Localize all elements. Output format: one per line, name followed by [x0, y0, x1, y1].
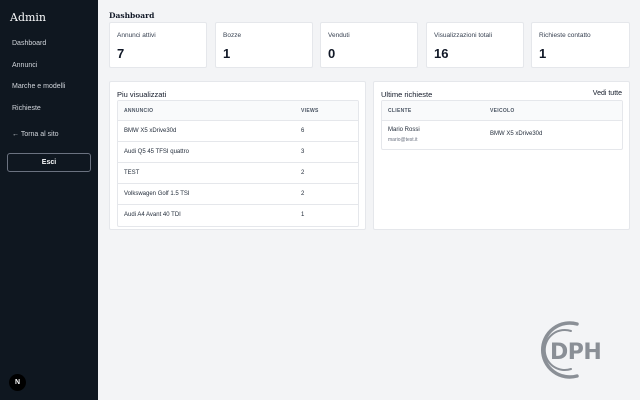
sidebar: Admin Dashboard Annunci Marche e modelli…	[0, 0, 98, 400]
most-viewed-panel: Piu visualizzati Annuncio Views BMW X5 x…	[109, 81, 366, 230]
back-to-site-link[interactable]: ← Torna al sito	[12, 131, 59, 138]
stat-label: Bozze	[223, 32, 242, 39]
stat-label: Richieste contatto	[539, 32, 591, 39]
stat-label: Annunci attivi	[117, 32, 156, 39]
cell-client-email: mario@test.it	[388, 137, 418, 143]
cell-vehicle: BMW X5 xDrive30d	[490, 131, 543, 137]
stat-label: Venduti	[328, 32, 350, 39]
cell-annuncio: Audi A4 Avant 40 TDI	[124, 212, 181, 218]
stat-card-richieste: Richieste contatto 1	[531, 22, 630, 68]
column-header-veicolo: Veicolo	[490, 108, 515, 114]
stat-value: 1	[539, 46, 547, 61]
stat-card-venduti: Venduti 0	[320, 22, 418, 68]
stat-value: 16	[434, 46, 449, 61]
table-row[interactable]: Mario Rossi mario@test.it BMW X5 xDrive3…	[382, 121, 622, 149]
framework-badge[interactable]: N	[9, 374, 26, 391]
panel-title: Ultime richieste	[381, 90, 433, 99]
cell-client-name: Mario Rossi	[388, 127, 420, 133]
logo-text: DPH	[550, 340, 601, 365]
latest-requests-panel: Ultime richieste Vedi tutte Cliente Veic…	[373, 81, 630, 230]
logout-button[interactable]: Esci	[7, 153, 91, 172]
most-viewed-table: Annuncio Views BMW X5 xDrive30d 6 Audi Q…	[117, 100, 359, 227]
table-row[interactable]: Audi A4 Avant 40 TDI 1	[118, 205, 358, 226]
stat-value: 0	[328, 46, 336, 61]
column-header-annuncio: Annuncio	[124, 108, 154, 114]
cell-views: 2	[301, 191, 305, 197]
cell-views: 3	[301, 149, 305, 155]
panel-title: Piu visualizzati	[117, 90, 167, 99]
cell-annuncio: Volkswagen Golf 1.5 TSI	[124, 191, 190, 197]
cell-views: 6	[301, 128, 305, 134]
sidebar-item-annunci[interactable]: Annunci	[12, 62, 37, 69]
table-row[interactable]: BMW X5 xDrive30d 6	[118, 121, 358, 142]
cell-views: 2	[301, 170, 305, 176]
dph-logo-watermark: DPH	[541, 321, 602, 379]
stat-value: 7	[117, 46, 125, 61]
table-header: Cliente Veicolo	[382, 101, 622, 121]
cell-annuncio: BMW X5 xDrive30d	[124, 128, 177, 134]
sidebar-item-marche-modelli[interactable]: Marche e modelli	[12, 83, 65, 90]
column-header-views: Views	[301, 108, 319, 114]
table-row[interactable]: Volkswagen Golf 1.5 TSI 2	[118, 184, 358, 205]
table-header: Annuncio Views	[118, 101, 358, 121]
cell-views: 1	[301, 212, 305, 218]
stat-card-annunci-attivi: Annunci attivi 7	[109, 22, 207, 68]
sidebar-item-dashboard[interactable]: Dashboard	[12, 40, 46, 47]
stat-card-visualizzazioni: Visualizzazioni totali 16	[426, 22, 524, 68]
latest-requests-table: Cliente Veicolo Mario Rossi mario@test.i…	[381, 100, 623, 150]
cell-annuncio: Audi Q5 45 TFSI quattro	[124, 149, 189, 155]
sidebar-item-richieste[interactable]: Richieste	[12, 105, 41, 112]
cell-annuncio: TEST	[124, 170, 140, 176]
table-row[interactable]: TEST 2	[118, 163, 358, 184]
sidebar-brand: Admin	[10, 11, 47, 24]
table-row[interactable]: Audi Q5 45 TFSI quattro 3	[118, 142, 358, 163]
stat-value: 1	[223, 46, 231, 61]
stat-card-bozze: Bozze 1	[215, 22, 313, 68]
see-all-link[interactable]: Vedi tutte	[593, 90, 622, 97]
column-header-cliente: Cliente	[388, 108, 412, 114]
page-title: Dashboard	[109, 11, 155, 20]
stat-label: Visualizzazioni totali	[434, 32, 493, 39]
